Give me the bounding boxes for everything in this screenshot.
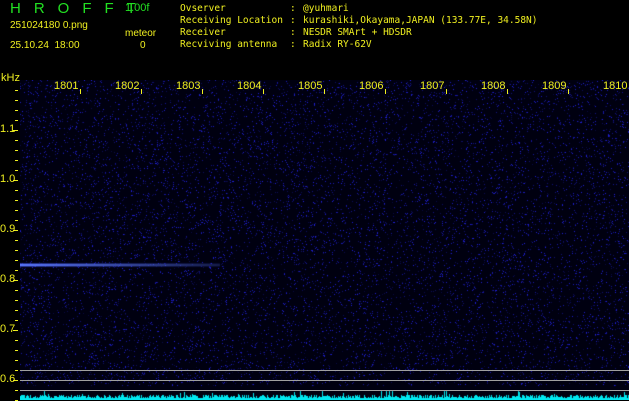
y-tick <box>15 240 18 241</box>
x-tick-label: 1805 <box>298 80 323 92</box>
y-tick <box>15 250 18 251</box>
y-tick <box>13 130 18 131</box>
y-tick <box>15 350 18 351</box>
y-tick-label: 0.6 <box>0 373 16 385</box>
y-tick <box>13 380 18 381</box>
y-tick <box>15 270 18 271</box>
y-tick <box>15 150 18 151</box>
x-tick-label: 1809 <box>542 80 567 92</box>
y-tick <box>15 300 18 301</box>
version-label: 1.00f <box>125 2 150 14</box>
y-tick-label: 1.0 <box>0 173 16 185</box>
y-tick <box>15 360 18 361</box>
y-tick <box>15 370 18 371</box>
x-tick <box>446 89 447 94</box>
filename: 251024180 0.png <box>10 20 88 31</box>
info-label: Receiving Location <box>180 15 289 26</box>
x-tick-label: 1802 <box>115 80 140 92</box>
x-tick <box>324 89 325 94</box>
y-tick <box>15 160 18 161</box>
info-value: NESDR SMArt + HDSDR <box>303 27 412 38</box>
x-tick-label: 1807 <box>420 80 445 92</box>
separator: : <box>290 3 296 14</box>
y-tick <box>15 390 18 391</box>
x-tick <box>507 89 508 94</box>
meteor-count: 0 <box>140 40 146 51</box>
y-tick <box>15 90 18 91</box>
x-tick <box>263 89 264 94</box>
info-value: kurashiki,Okayama,JAPAN (133.77E, 34.58N… <box>303 15 538 26</box>
spectrogram <box>20 80 629 400</box>
y-tick <box>15 140 18 141</box>
x-tick <box>385 89 386 94</box>
y-tick <box>15 210 18 211</box>
guide-line <box>20 390 629 391</box>
info-label: Ovserver <box>180 3 289 14</box>
y-tick <box>15 120 18 121</box>
y-tick <box>15 340 18 341</box>
y-unit: kHz <box>1 72 20 84</box>
guide-line <box>20 380 629 381</box>
datetime: 25.10.24 18:00 <box>10 40 80 51</box>
y-tick-label: 0.9 <box>0 223 16 235</box>
guide-line <box>20 370 629 371</box>
x-tick-label: 1801 <box>54 80 79 92</box>
y-tick <box>13 330 18 331</box>
info-label: Recviving antenna <box>180 39 289 50</box>
y-tick <box>15 290 18 291</box>
y-tick <box>15 260 18 261</box>
y-tick <box>13 230 18 231</box>
y-tick <box>13 180 18 181</box>
x-tick-label: 1808 <box>481 80 506 92</box>
y-tick <box>15 170 18 171</box>
y-tick-label: 0.7 <box>0 323 16 335</box>
x-tick <box>80 89 81 94</box>
x-tick <box>568 89 569 94</box>
y-tick <box>15 220 18 221</box>
y-tick-label: 1.1 <box>0 123 16 135</box>
x-tick-label: 1803 <box>176 80 201 92</box>
x-tick-label: 1806 <box>359 80 384 92</box>
x-tick <box>141 89 142 94</box>
separator: : <box>290 39 296 50</box>
x-tick-label: 1810 <box>603 80 628 92</box>
info-label: Receiver <box>180 27 289 38</box>
y-tick <box>15 190 18 191</box>
y-tick <box>15 310 18 311</box>
y-tick <box>13 280 18 281</box>
y-tick <box>15 110 18 111</box>
y-tick <box>15 200 18 201</box>
separator: : <box>290 15 296 26</box>
y-tick <box>15 320 18 321</box>
separator: : <box>290 27 296 38</box>
meteor-label: meteor <box>125 28 157 39</box>
info-value: Radix RY-62V <box>303 39 372 50</box>
x-tick-label: 1804 <box>237 80 262 92</box>
y-tick <box>15 100 18 101</box>
info-value: @yuhmari <box>303 3 349 14</box>
y-tick-label: 0.8 <box>0 273 16 285</box>
x-tick <box>202 89 203 94</box>
